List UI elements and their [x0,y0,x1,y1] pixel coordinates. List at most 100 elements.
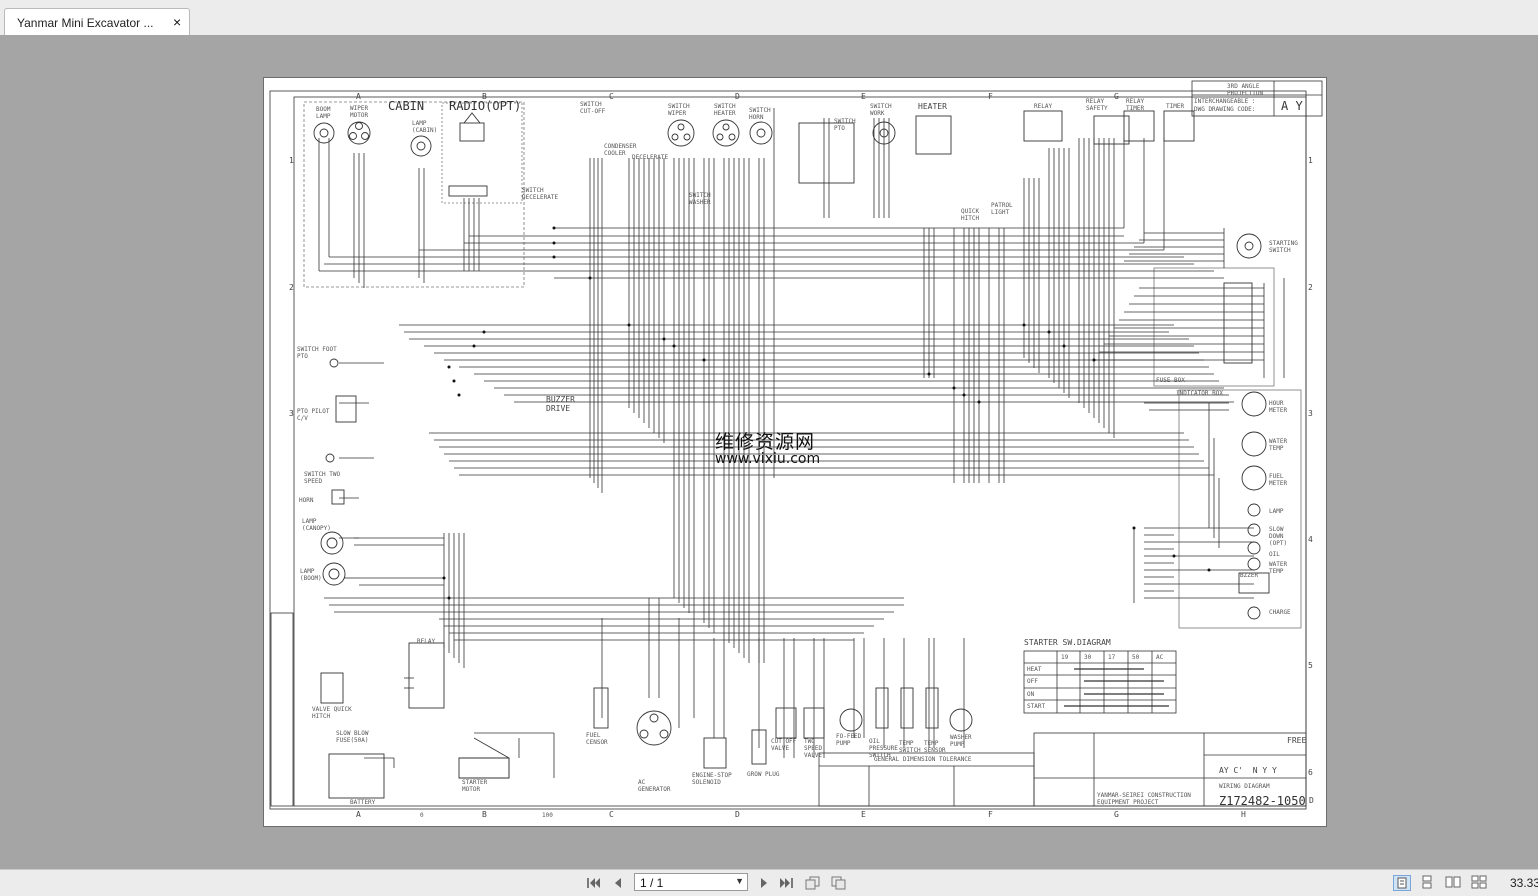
cut-off-valve-label: CUT OFF VALVE [771,738,797,752]
decelerate-label: DECELERATE [632,154,669,161]
switch-heater-label: SWITCH HEATER [714,103,736,117]
lamp-indicator-label: LAMP [1269,508,1284,515]
drawing-code-label: DWG DRAWING CODE: [1194,106,1256,113]
next-page-icon[interactable] [756,876,772,890]
starting-switch-label: STARTING SWITCH [1269,240,1298,254]
washer-pump-label: WASHER PUMP [950,734,972,748]
watermark-chinese: 维修资源网 [715,431,816,453]
zoom-level[interactable]: 33.33 [1510,876,1538,890]
corner-code: A Y [1281,99,1303,113]
row-number-2: 2 [289,283,294,292]
continuous-facing-view-icon[interactable] [1471,875,1489,891]
ac-generator-label: AC GENERATOR [638,779,671,793]
facing-view-icon[interactable] [1445,875,1463,891]
column-letter-d-bottom: D [735,810,740,819]
column-letter-h-bottom: H [1241,810,1246,819]
indicator-box-label: INDICATOR BOX [1176,390,1223,397]
column-letter-g: G [1114,92,1119,101]
interchangeable-label: INTERCHANGEABLE : [1194,98,1256,105]
single-page-view-icon[interactable] [1393,875,1411,891]
switch-foot-pto-label: SWITCH FOOT PTO [297,346,337,360]
water-temp2-label: WATER TEMP [1269,561,1288,575]
temp-sensor-label: TEMP SENSOR [924,740,946,754]
row-number-1: 1 [289,156,294,165]
relay-left-label: RELAY [417,638,436,645]
buzzer-drive-label: BUZZER DRIVE [546,395,575,413]
glow-plug-label: GROW PLUG [747,771,780,778]
switch-horn-label: SWITCH HORN [749,107,771,121]
switch-washer-label: SWITCH WASHER [689,192,711,206]
column-letter-b-bottom: B [482,810,487,819]
company-name: YANMAR-SEIREI CONSTRUCTION EQUIPMENT PRO… [1097,792,1191,806]
watermark-url: www.vixiu.com [715,451,821,467]
document-viewer[interactable]: CABIN RADIO(OPT) HEATER BOOM LAMP WIPER … [0,35,1538,869]
switch-decelerate-label: SWITCH DECELERATE [522,187,559,201]
water-temp-label: WATER TEMP [1269,438,1288,452]
column-letter-e: E [861,92,866,101]
boom-lamp-label: BOOM LAMP [316,106,331,120]
starter-row-on: ON [1027,691,1035,698]
row-number-4-right: 4 [1308,535,1313,544]
starter-col-1: 19 [1061,654,1069,661]
charge-label: CHARGE [1269,609,1291,616]
switch-wiper-label: SWITCH WIPER [668,103,690,117]
slow-down-label: SLOW DOWN (OPT) [1269,526,1288,547]
starter-table-title: STARTER SW.DIAGRAM [1024,638,1111,647]
engine-stop-solenoid-label: ENGINE-STOP SOLENOID [692,772,732,786]
lamp-canopy-label: LAMP (CANOPY) [302,518,331,532]
chevron-down-icon: ▼ [735,876,744,886]
switch-cutoff-label: SWITCH CUT-OFF [580,101,606,115]
column-letter-f: F [988,92,993,101]
column-letter-e-bottom: E [861,810,866,819]
last-page-icon[interactable] [778,876,794,890]
continuous-view-icon[interactable] [1419,875,1437,891]
switch-work-label: SWITCH WORK [870,103,892,117]
wiper-motor-label: WIPER MOTOR [350,105,369,119]
scale-zero: 0 [420,812,424,819]
starter-row-off: OFF [1027,678,1038,685]
tab-bar: Yanmar Mini Excavator ... × [0,0,1538,36]
starter-row-heat: HEAT [1027,666,1042,673]
document-tab[interactable]: Yanmar Mini Excavator ... × [4,8,190,35]
dimension-tolerance: GENERAL DIMENSION TOLERANCE [874,756,972,763]
switch-pto-label: SWITCH PTO [834,118,856,132]
valve-quick-hitch-label: VALVE QUICK HITCH [312,706,352,720]
switch-two-speed-label: SWITCH TWO SPEED [304,471,341,485]
radio-title: RADIO(OPT) [449,99,522,113]
row-number-5-right: 5 [1308,661,1313,670]
starter-col-2: 30 [1084,654,1092,661]
temp-switch-label: TEMP SWITCH [899,740,921,754]
viewer-toolbar: 1 / 1 ▼ 33.33 [0,869,1538,896]
model-code: AY C' N Y Y [1219,766,1277,775]
first-page-icon[interactable] [586,876,602,890]
cabin-title: CABIN [388,99,425,113]
column-letter-a-bottom: A [356,810,361,819]
scale-value: FREE [1287,736,1307,745]
row-number-2-right: 2 [1308,283,1313,292]
document-tab-title[interactable]: Yanmar Mini Excavator ... [17,16,154,30]
previous-page-icon[interactable] [610,876,626,890]
drawing-number: Z172482-1050 [1219,794,1306,808]
feed-pump-label: FO-FEED PUMP [836,733,862,747]
revision-letter: D [1309,796,1314,805]
column-letter-b: B [482,92,487,101]
starter-row-start: START [1027,703,1046,710]
row-number-3-right: 3 [1308,409,1313,418]
previous-view-icon[interactable] [805,876,821,890]
page-number-value: 1 / 1 [640,876,664,890]
row-number-6-right: 6 [1308,768,1313,777]
column-letter-a: A [356,92,361,101]
starter-col-4: 50 [1132,654,1140,661]
close-tab-icon[interactable]: × [173,14,181,30]
next-view-icon[interactable] [831,876,847,890]
page-number-select[interactable]: 1 / 1 ▼ [634,873,748,891]
row-number-3: 3 [289,409,294,418]
fuel-meter-label: FUEL METER [1269,473,1288,487]
battery-label: BATTERY [350,799,376,806]
starter-motor-label: STARTER MOTOR [462,779,488,793]
quick-hitch-label: QUICK HITCH [961,208,980,222]
starter-col-3: 17 [1108,654,1116,661]
column-letter-f-bottom: F [988,810,993,819]
horn-label: HORN [299,497,314,504]
bzzer-label: BZZER [1240,572,1259,579]
